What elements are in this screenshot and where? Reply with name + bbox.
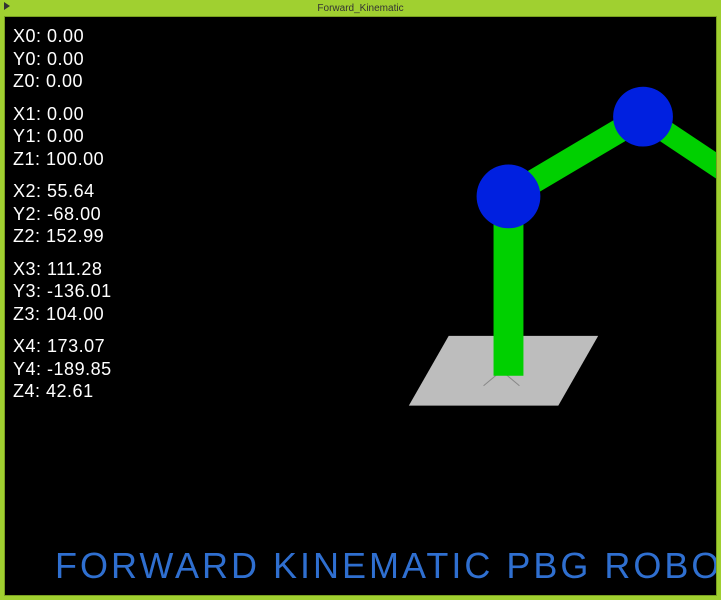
joint-4-coords: X4: 173.07 Y4: -189.85 Z4: 42.61 (13, 335, 112, 403)
coord-label: Z (13, 381, 25, 401)
coord-value: 152.99 (46, 226, 104, 246)
robot-link-1 (508, 117, 643, 197)
coord-value: -189.85 (47, 359, 112, 379)
base-plate (409, 336, 598, 406)
coord-value: 0.00 (47, 26, 84, 46)
coord-value: -136.01 (47, 281, 112, 301)
coord-label: X (13, 26, 26, 46)
coord-label: X (13, 259, 26, 279)
coord-label: Z (13, 149, 25, 169)
coord-value: 111.28 (47, 259, 102, 279)
viewport-3d[interactable]: X0: 0.00 Y0: 0.00 Z0: 0.00 X1: 0.00 Y1: … (4, 16, 717, 596)
window-title: Forward_Kinematic (317, 3, 403, 14)
axis-marker (502, 371, 520, 386)
coord-value: 42.61 (46, 381, 94, 401)
coord-value: 0.00 (47, 104, 84, 124)
robot-scene (5, 17, 716, 595)
coord-label: Y (13, 126, 26, 146)
title-banner: FORWARD KINEMATIC PBG ROBOT (55, 545, 717, 587)
coord-value: 100.00 (46, 149, 104, 169)
coord-label: X (13, 336, 26, 356)
coordinate-readout: X0: 0.00 Y0: 0.00 Z0: 0.00 X1: 0.00 Y1: … (13, 25, 112, 413)
robot-joint-1 (477, 164, 541, 228)
coord-value: 104.00 (46, 304, 104, 324)
coord-value: 55.64 (47, 181, 95, 201)
coord-label: Z (13, 304, 25, 324)
coord-value: 0.00 (47, 126, 84, 146)
coord-value: 0.00 (47, 49, 84, 69)
coord-label: X (13, 104, 26, 124)
coord-value: 173.07 (47, 336, 105, 356)
joint-1-coords: X1: 0.00 Y1: 0.00 Z1: 100.00 (13, 103, 112, 171)
joint-3-coords: X3: 111.28 Y3: -136.01 Z3: 104.00 (13, 258, 112, 326)
coord-label: Y (13, 359, 26, 379)
coord-value: 0.00 (46, 71, 83, 91)
joint-0-coords: X0: 0.00 Y0: 0.00 Z0: 0.00 (13, 25, 112, 93)
robot-link-0 (494, 201, 524, 375)
robot-joint-2 (613, 87, 673, 147)
coord-value: -68.00 (47, 204, 101, 224)
coord-label: Z (13, 226, 25, 246)
coord-label: X (13, 181, 26, 201)
robot-link-2 (643, 117, 716, 197)
play-icon (4, 2, 10, 10)
joint-2-coords: X2: 55.64 Y2: -68.00 Z2: 152.99 (13, 180, 112, 248)
axis-marker (484, 371, 502, 386)
app-window: Forward_Kinematic (0, 0, 721, 600)
coord-label: Y (13, 204, 26, 224)
titlebar[interactable]: Forward_Kinematic (0, 0, 721, 16)
coord-label: Y (13, 281, 26, 301)
coord-label: Y (13, 49, 26, 69)
coord-label: Z (13, 71, 25, 91)
